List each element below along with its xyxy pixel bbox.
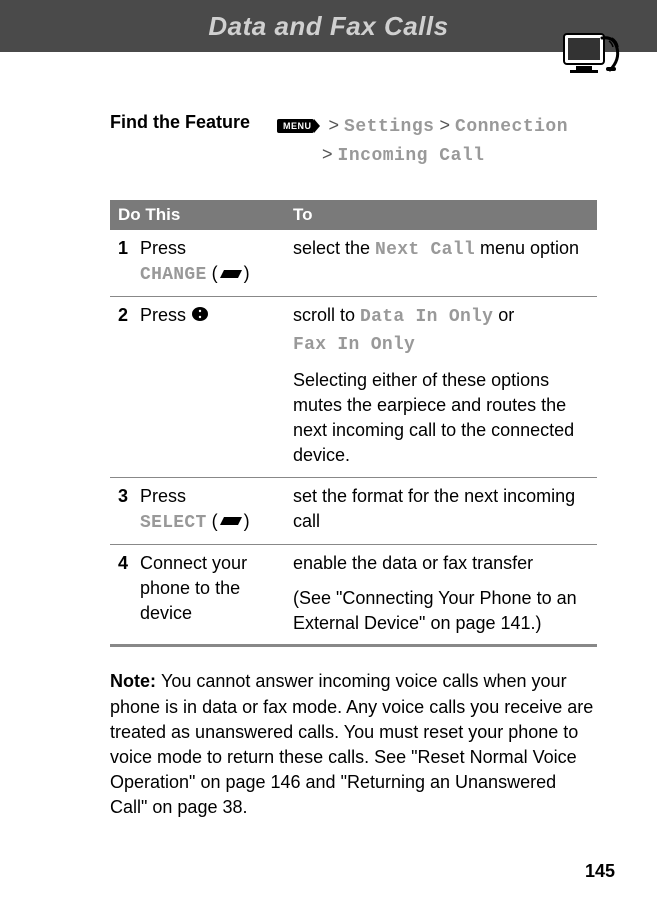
table-row: 2Press scroll to Data In Only or Fax In …	[110, 297, 597, 477]
find-feature-label: Find the Feature	[110, 112, 255, 170]
press-text: Press	[140, 238, 186, 258]
ui-label-nextcall: Next Call	[375, 240, 475, 260]
instruction-table: Do This To 1PressCHANGE () select the Ne…	[110, 200, 597, 646]
to-ref: (See "Connecting Your Phone to an Extern…	[293, 586, 589, 636]
ui-label-select: SELECT	[140, 513, 207, 533]
monitor-phone-icon	[562, 30, 622, 78]
table-row: 1PressCHANGE () select the Next Call men…	[110, 230, 597, 297]
table-header: Do This To	[110, 200, 597, 230]
note-label: Note:	[110, 671, 161, 691]
nav-key-icon	[191, 304, 209, 329]
path-connection: Connection	[455, 117, 568, 137]
to-text: scroll to	[293, 305, 360, 325]
note-text: You cannot answer incoming voice calls w…	[110, 671, 593, 817]
ui-label-faxin: Fax In Only	[293, 335, 415, 355]
table-row: 4Connect your phone to the device enable…	[110, 544, 597, 645]
to-text: set the format for the next incoming cal…	[293, 486, 575, 531]
menu-key-icon: MENU	[277, 119, 314, 133]
to-text: menu option	[475, 238, 579, 258]
step-number: 1	[118, 236, 140, 261]
to-text: enable the data or fax transfer	[293, 551, 589, 576]
step-action: Connect your phone to the device	[140, 551, 260, 627]
table-end-rule	[110, 645, 597, 647]
page-header: Data and Fax Calls	[0, 0, 657, 52]
to-text: select the	[293, 238, 375, 258]
path-incoming: Incoming Call	[338, 146, 485, 166]
step-action: Press	[140, 303, 260, 329]
path-sep: >	[439, 115, 450, 135]
to-text: or	[493, 305, 514, 325]
note-paragraph: Note: You cannot answer incoming voice c…	[110, 669, 597, 820]
softkey-icon	[218, 509, 244, 534]
softkey-icon	[218, 262, 244, 287]
step-number: 4	[118, 551, 140, 576]
path-sep: >	[329, 115, 340, 135]
step-number: 3	[118, 484, 140, 509]
path-sep: >	[322, 144, 333, 164]
step-number: 2	[118, 303, 140, 328]
ui-label-change: CHANGE	[140, 265, 207, 285]
path-settings: Settings	[344, 117, 434, 137]
page-content: Find the Feature MENU > Settings > Conne…	[0, 52, 657, 821]
to-para: Selecting either of these options mutes …	[293, 368, 589, 469]
find-feature-block: Find the Feature MENU > Settings > Conne…	[110, 112, 597, 170]
table-row: 3PressSELECT () set the format for the n…	[110, 477, 597, 544]
col-to: To	[285, 200, 597, 230]
page-title: Data and Fax Calls	[208, 11, 448, 41]
page-number: 145	[585, 861, 615, 882]
press-text: Press	[140, 486, 186, 506]
find-feature-path: MENU > Settings > Connection > Incoming …	[277, 112, 568, 170]
col-do-this: Do This	[110, 200, 285, 230]
ui-label-datain: Data In Only	[360, 307, 493, 327]
step-action: PressCHANGE ()	[140, 236, 260, 288]
press-text: Press	[140, 305, 191, 325]
step-action: PressSELECT ()	[140, 484, 260, 536]
